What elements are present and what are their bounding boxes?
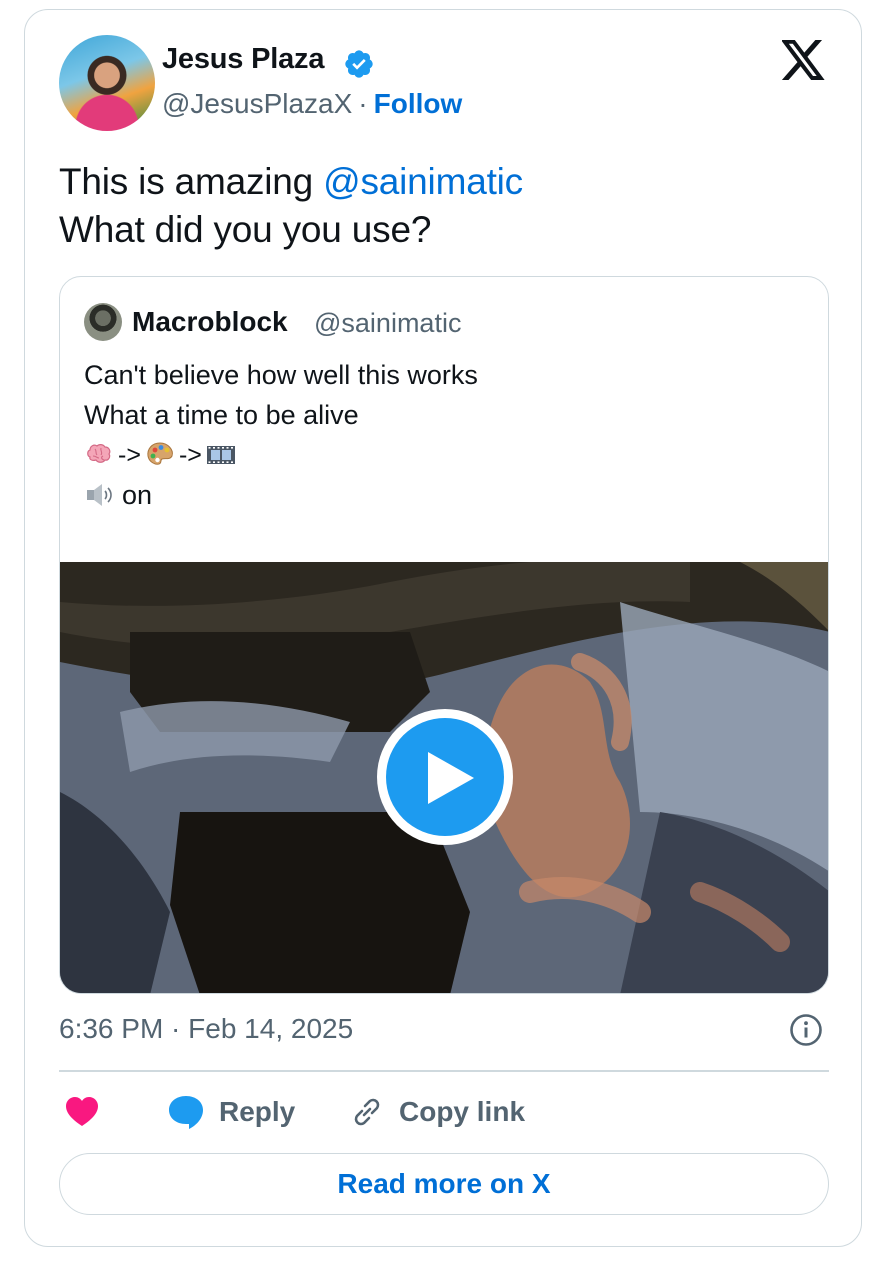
mention-link[interactable]: @sainimatic [323, 161, 523, 202]
brain-emoji-icon [87, 444, 111, 463]
quoted-author-name[interactable]: Macroblock [132, 306, 288, 338]
quoted-author-handle[interactable]: @sainimatic [314, 308, 461, 339]
read-more-button[interactable]: Read more on X [59, 1153, 829, 1215]
quoted-tweet-text: Can't believe how well this works What a… [84, 355, 478, 515]
tweet-timestamp[interactable]: 6:36 PM · Feb 14, 2025 [59, 1013, 353, 1045]
x-logo-icon[interactable] [782, 40, 826, 80]
author-name[interactable]: Jesus Plaza [162, 43, 324, 76]
action-bar: Reply Copy link [59, 1090, 829, 1134]
reply-button[interactable]: Reply [167, 1090, 295, 1134]
quoted-tweet[interactable]: Macroblock @sainimatic Can't believe how… [59, 276, 829, 994]
speaker-high-volume-emoji-icon [87, 484, 112, 506]
reply-label: Reply [219, 1096, 296, 1127]
emoji-arrow-1: -> [118, 441, 141, 469]
author-avatar[interactable] [59, 35, 155, 131]
video-player[interactable] [60, 562, 828, 993]
artist-palette-emoji-icon [147, 442, 173, 465]
tweet-text-prefix: This is amazing [59, 161, 324, 202]
link-icon [354, 1098, 380, 1126]
quoted-author-avatar[interactable] [84, 303, 122, 341]
tweet-embed-card: Jesus Plaza @JesusPlazaX · Follow This is … [24, 9, 862, 1247]
follow-link[interactable]: Follow [374, 88, 463, 119]
quoted-line-1: Can't believe how well this works [84, 360, 478, 390]
speaker-on-text: on [122, 480, 153, 510]
emoji-arrow-2: -> [178, 441, 202, 469]
copy-link-label: Copy link [399, 1096, 526, 1127]
film-frames-emoji-icon [206, 446, 235, 464]
tweet-text: This is amazing @sainimatic What did you… [59, 158, 523, 254]
reply-bubble-icon [169, 1096, 203, 1129]
play-button[interactable] [377, 709, 513, 845]
tweet-line-1: This is amazing @sainimatic [59, 158, 523, 206]
tweet-line-2: What did you you use? [59, 209, 432, 250]
like-button[interactable] [65, 1090, 99, 1134]
footer-divider [59, 1070, 829, 1072]
heart-icon [66, 1097, 98, 1126]
quoted-line-2: What a time to be alive [84, 400, 359, 430]
author-handle[interactable]: @JesusPlazaX [162, 88, 352, 119]
emoji-sequence: -> -> [84, 435, 478, 475]
handle-separator: · [358, 88, 368, 119]
author-handle-line: @JesusPlazaX · Follow [162, 88, 462, 120]
info-icon[interactable] [789, 1013, 823, 1047]
verified-badge-icon [345, 50, 373, 78]
play-icon [386, 718, 504, 836]
copy-link-button[interactable]: Copy link [349, 1090, 525, 1134]
speaker-line: on [84, 475, 478, 515]
